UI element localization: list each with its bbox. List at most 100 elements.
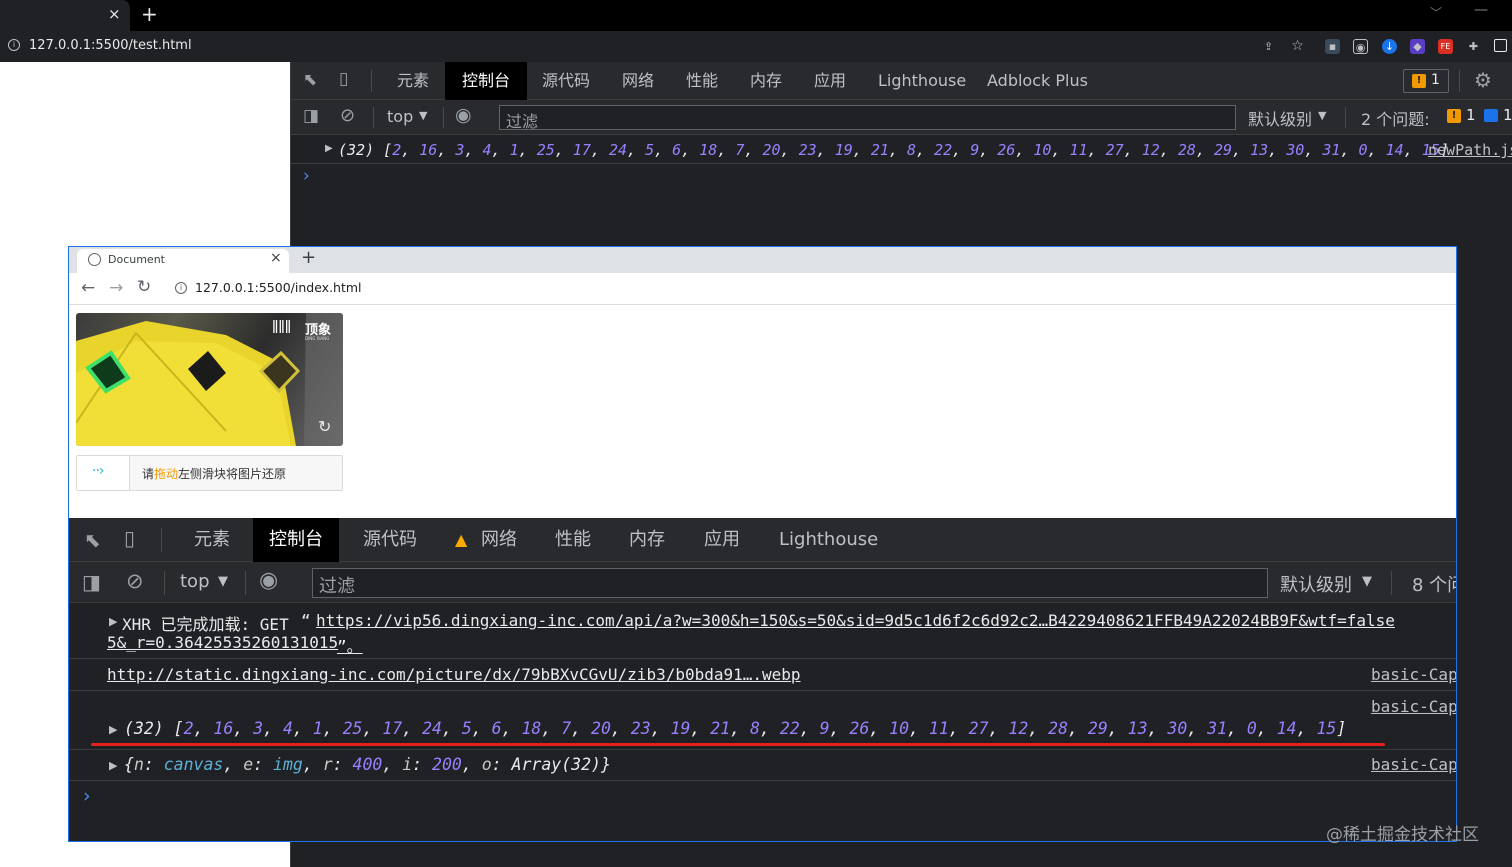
log-level-selector[interactable]: 默认级别 <box>1248 106 1312 130</box>
inner-tab-lighthouse[interactable]: Lighthouse <box>767 518 890 562</box>
share-icon[interactable]: ⇪ <box>1261 39 1276 54</box>
extension-fe-icon[interactable]: FE <box>1438 39 1453 54</box>
device-toolbar-icon[interactable]: ▯ <box>339 69 348 89</box>
outer-tab-elements[interactable]: 元素 <box>387 62 439 100</box>
array-separator: , <box>1068 719 1088 738</box>
live-expression-eye-icon[interactable]: ◉ <box>455 104 472 126</box>
extension-2-icon[interactable]: ◉ <box>1353 39 1368 54</box>
array-item: 8 <box>750 719 760 738</box>
sidebar-toggle-icon[interactable]: ◨ <box>303 106 319 126</box>
xhr-url-link-line2[interactable]: 5&_r=0.36425535260131015 <box>107 633 338 652</box>
inner-address-field[interactable]: 127.0.0.1:5500/index.html <box>195 280 362 295</box>
array-separator: , <box>1403 141 1422 159</box>
inner-log-level-dropdown-icon[interactable]: ▼ <box>1362 574 1372 589</box>
context-dropdown-icon[interactable]: ▼ <box>419 109 427 122</box>
xhr-url-link[interactable]: https://vip56.dingxiang-inc.com/api/a?w=… <box>316 611 1395 630</box>
xhr-expand-icon[interactable]: ▶ <box>109 615 117 628</box>
bookmark-star-icon[interactable]: ☆ <box>1290 39 1305 54</box>
outer-tab-performance[interactable]: 性能 <box>676 62 728 100</box>
extensions-puzzle-icon[interactable]: ✚ <box>1466 39 1481 54</box>
array-item: 29 <box>1214 141 1233 159</box>
red-underline-annotation <box>91 743 1385 746</box>
inner-tab-application[interactable]: 应用 <box>692 518 752 562</box>
issues-warning-icon: ! <box>1447 109 1461 123</box>
expand-triangle-icon[interactable]: ▶ <box>325 143 333 154</box>
inner-eye-icon[interactable]: ◉ <box>259 568 278 593</box>
object-source-link[interactable]: basic-Cap <box>1371 755 1456 774</box>
inner-tab-console[interactable]: 控制台 <box>253 518 339 562</box>
clear-console-icon[interactable]: ⊘ <box>340 105 355 126</box>
back-arrow-icon[interactable]: ← <box>81 278 95 298</box>
side-panel-icon[interactable] <box>1494 39 1507 52</box>
inner-site-info-icon[interactable]: i <box>175 282 187 294</box>
inspect-element-icon[interactable]: ⬉ <box>303 70 317 90</box>
outer-address-field[interactable]: 127.0.0.1:5500/test.html <box>29 38 192 53</box>
inner-clear-console-icon[interactable]: ⊘ <box>126 569 144 593</box>
window-minimize-icon[interactable]: — <box>1474 2 1488 18</box>
reload-icon[interactable]: ↻ <box>137 277 151 297</box>
inner-console-prompt[interactable]: › <box>83 785 91 807</box>
outer-tab-sources[interactable]: 源代码 <box>532 62 600 100</box>
inner-inspect-element-icon[interactable]: ⬉ <box>84 528 101 552</box>
captcha-slider-handle[interactable]: ··› <box>77 456 130 490</box>
tab-search-chevron-icon[interactable]: ﹀ <box>1430 4 1442 21</box>
array-separator: , <box>1123 141 1142 159</box>
outer-new-tab-button[interactable]: + <box>141 2 158 26</box>
issues-counter-button[interactable]: ! 1 <box>1403 69 1449 93</box>
inner-device-toolbar-icon[interactable]: ▯ <box>124 526 135 550</box>
outer-tab-memory[interactable]: 内存 <box>740 62 792 100</box>
picture-url-link[interactable]: http://static.dingxiang-inc.com/picture/… <box>107 665 801 684</box>
array-expand-icon[interactable]: ▶ <box>109 723 117 736</box>
inner-tab-document[interactable]: Document × <box>77 249 289 273</box>
extension-download-icon[interactable]: ↓ <box>1382 39 1397 54</box>
outer-tab-lighthouse[interactable]: Lighthouse <box>868 62 976 100</box>
filter-placeholder: 过滤 <box>506 112 539 131</box>
outer-filter-input[interactable]: 过滤 <box>499 105 1236 131</box>
outer-source-link[interactable]: newPath.js <box>1428 141 1512 159</box>
inner-context-dropdown-icon[interactable]: ▼ <box>218 574 228 589</box>
warning-icon: ! <box>1412 74 1426 88</box>
inner-array-log[interactable]: (32) [2, 16, 3, 4, 1, 25, 17, 24, 5, 6, … <box>124 719 1346 738</box>
outer-tab-adblock[interactable]: Adblock Plus <box>977 62 1098 100</box>
array-separator: , <box>554 141 573 159</box>
inner-new-tab-button[interactable]: + <box>301 247 316 268</box>
context-selector[interactable]: top <box>387 107 413 126</box>
outer-tab-network[interactable]: 网络 <box>612 62 664 100</box>
outer-tab-close-icon[interactable]: × <box>108 5 121 23</box>
inner-filter-input[interactable]: 过滤 <box>312 568 1268 598</box>
inner-tab-memory[interactable]: 内存 <box>617 518 677 562</box>
inner-sidebar-toggle-icon[interactable]: ◨ <box>82 570 101 594</box>
inner-tab-performance[interactable]: 性能 <box>543 518 603 562</box>
forward-arrow-icon[interactable]: → <box>109 278 123 298</box>
issues-info-count: 1 <box>1503 106 1512 124</box>
array-separator: , <box>869 719 890 738</box>
extension-4-icon[interactable]: ◆ <box>1410 39 1425 54</box>
site-info-icon[interactable]: i <box>8 39 20 51</box>
inner-context-selector[interactable]: top <box>180 571 210 592</box>
inner-log-level-selector[interactable]: 默认级别 <box>1280 571 1352 597</box>
captcha-slider-track[interactable]: ··› 请 拖动 左侧滑块将图片还原 <box>76 455 343 491</box>
array-separator: , <box>744 141 763 159</box>
inner-tab-network[interactable]: 网络 <box>469 518 529 562</box>
inner-issues-label[interactable]: 8 个问 <box>1412 571 1456 597</box>
outer-array-log[interactable]: (32) [2, 16, 3, 4, 1, 25, 17, 24, 5, 6, … <box>338 141 1449 159</box>
outer-tab-console[interactable]: 控制台 <box>445 62 528 100</box>
object-expand-icon[interactable]: ▶ <box>109 759 117 772</box>
inner-tab-elements[interactable]: 元素 <box>182 518 242 562</box>
inner-tab-close-icon[interactable]: × <box>270 250 282 266</box>
extension-1-icon[interactable]: ▪ <box>1325 39 1340 54</box>
array-separator: , <box>816 141 835 159</box>
inner-tab-sources[interactable]: 源代码 <box>351 518 429 562</box>
issues-label[interactable]: 2 个问题: <box>1361 106 1430 130</box>
array-separator: , <box>948 719 969 738</box>
picture-source-link[interactable]: basic-Cap <box>1371 665 1456 684</box>
outer-tab-application[interactable]: 应用 <box>804 62 856 100</box>
outer-active-tab[interactable]: × <box>0 0 130 31</box>
settings-gear-icon[interactable]: ⚙ <box>1474 68 1492 92</box>
array-item: 30 <box>1286 141 1305 159</box>
object-preview[interactable]: {n: canvas, e: img, r: 400, i: 200, o: A… <box>124 755 611 774</box>
outer-console-prompt[interactable]: › <box>303 166 310 186</box>
captcha-refresh-icon[interactable]: ↻ <box>318 417 331 436</box>
array-source-link[interactable]: basic-Cap <box>1371 697 1456 716</box>
log-level-dropdown-icon[interactable]: ▼ <box>1318 109 1326 122</box>
